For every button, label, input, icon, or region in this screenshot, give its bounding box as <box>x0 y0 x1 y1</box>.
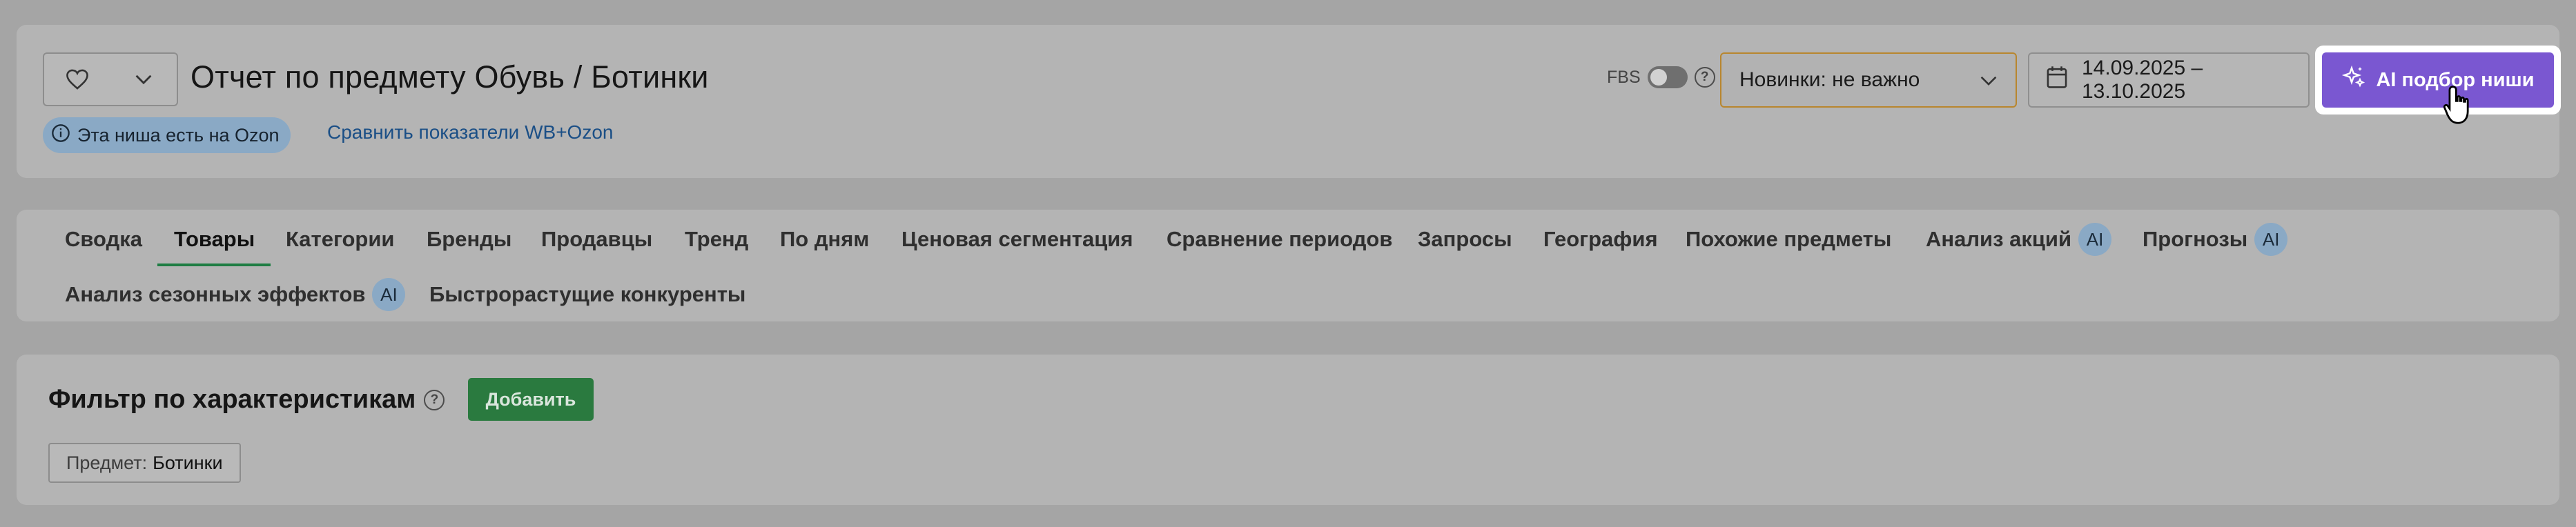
tab-label: Анализ сезонных эффектов <box>65 282 366 306</box>
fbs-toggle[interactable] <box>1647 66 1688 88</box>
add-filter-button[interactable]: Добавить <box>468 378 594 421</box>
help-icon[interactable]: ? <box>1694 67 1715 88</box>
characteristics-filter-card <box>17 355 2559 505</box>
tab-trend[interactable]: Тренд <box>685 223 748 256</box>
tab-label: Похожие предметы <box>1686 227 1892 251</box>
tab-label: Запросы <box>1418 227 1512 251</box>
help-icon[interactable]: ? <box>424 389 445 410</box>
filter-title-text: Фильтр по характеристикам <box>48 385 416 414</box>
tab-label: Прогнозы <box>2143 227 2248 251</box>
ai-button-highlight: AI подбор ниши <box>2315 46 2561 115</box>
page: Отчет по предмету Обувь / Ботинки Эта ни… <box>0 0 2576 527</box>
fbs-toggle-group: FBS ? <box>1607 66 1715 88</box>
tab-label: Тренд <box>685 227 749 251</box>
chevron-down-icon <box>1980 68 1998 92</box>
tab-similar-subjects[interactable]: Похожие предметы <box>1686 223 1891 256</box>
report-header-card: Отчет по предмету Обувь / Ботинки Эта ни… <box>17 25 2561 178</box>
tab-label: Сводка <box>65 227 142 251</box>
tab-kategorii[interactable]: Категории <box>286 223 394 256</box>
tab-promo-analysis[interactable]: Анализ акций AI <box>1926 223 2112 256</box>
ai-badge: AI <box>372 278 406 311</box>
tab-prodavtsy[interactable]: Продавцы <box>541 223 652 256</box>
tab-label: По дням <box>780 227 870 251</box>
favorite-dropdown-group[interactable] <box>43 52 178 106</box>
tab-label: Анализ акций <box>1926 227 2072 251</box>
ai-badge: AI <box>2254 223 2288 256</box>
tab-price-segmentation[interactable]: Ценовая сегментация <box>901 223 1133 256</box>
tab-geografiya[interactable]: География <box>1543 223 1658 256</box>
compare-wb-ozon-link[interactable]: Сравнить показатели WB+Ozon <box>327 121 613 143</box>
tab-label: Сравнение периодов <box>1167 227 1393 251</box>
tab-label: Быстрорастущие конкуренты <box>429 282 746 306</box>
tab-label: Товары <box>174 227 255 251</box>
tab-seasonal-effects[interactable]: Анализ сезонных эффектов AI <box>65 278 406 311</box>
tab-forecasts[interactable]: Прогнозы AI <box>2143 223 2288 256</box>
tab-label: Бренды <box>427 227 512 251</box>
date-range-value: 14.09.2025 – 13.10.2025 <box>2082 57 2203 103</box>
date-range-picker[interactable]: 14.09.2025 – 13.10.2025 <box>2028 52 2310 108</box>
page-title: Отчет по предмету Обувь / Ботинки <box>191 59 709 95</box>
tab-brendy[interactable]: Бренды <box>427 223 511 256</box>
ozon-badge-text: Эта ниша есть на Ozon <box>77 124 280 146</box>
active-tab-underline <box>157 264 271 266</box>
chevron-down-icon[interactable] <box>110 54 177 105</box>
tab-svodka[interactable]: Сводка <box>65 223 142 256</box>
tab-zaprosy[interactable]: Запросы <box>1418 223 1512 256</box>
tab-label: География <box>1543 227 1658 251</box>
sparkles-icon <box>2341 65 2366 95</box>
tab-period-comparison[interactable]: Сравнение периодов <box>1167 223 1392 256</box>
chip-value: Ботинки <box>153 452 223 473</box>
ai-badge: AI <box>2078 223 2112 256</box>
tab-label: Ценовая сегментация <box>901 227 1133 251</box>
hand-pointer-icon <box>2442 84 2477 129</box>
tab-fast-growing-competitors[interactable]: Быстрорастущие конкуренты <box>429 278 745 311</box>
heart-icon[interactable] <box>44 54 110 105</box>
novinki-select[interactable]: Новинки: не важно <box>1720 52 2017 108</box>
filter-title: Фильтр по характеристикам ? <box>48 385 445 415</box>
ozon-niche-badge: Эта ниша есть на Ozon <box>43 117 291 153</box>
filter-chip-subject[interactable]: Предмет: Ботинки <box>48 443 241 483</box>
novinki-select-value: Новинки: не важно <box>1739 68 1920 91</box>
calendar-icon <box>2046 66 2068 95</box>
tab-po-dnyam[interactable]: По дням <box>780 223 869 256</box>
tab-label: Категории <box>286 227 395 251</box>
chip-key: Предмет: <box>66 452 148 473</box>
fbs-label: FBS <box>1607 67 1641 87</box>
ai-niche-selection-button[interactable]: AI подбор ниши <box>2322 52 2554 108</box>
info-icon <box>51 123 70 148</box>
tab-label: Продавцы <box>541 227 653 251</box>
tab-tovary[interactable]: Товары <box>174 223 255 256</box>
